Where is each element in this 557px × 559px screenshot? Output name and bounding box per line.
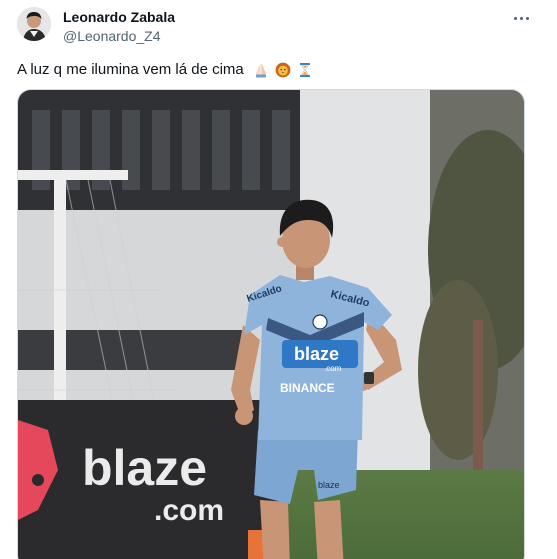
shirt-sponsor-text: blaze <box>294 344 339 364</box>
shirt-second-sponsor-text: BINANCE <box>280 381 335 395</box>
hourglass-emoji <box>300 63 311 78</box>
sponsor-board-text: blaze <box>82 440 207 496</box>
display-name[interactable]: Leonardo Zabala <box>63 9 175 26</box>
tweet: Leonardo Zabala @Leonardo_Z4 A luz q me … <box>0 0 557 559</box>
shirt-sponsor-subtext: .com <box>324 364 342 373</box>
praying-hands-emoji <box>255 63 266 78</box>
avatar[interactable] <box>17 7 51 41</box>
sponsor-board-subtext: .com <box>154 494 224 527</box>
tweet-photo[interactable]: blaze .com blaze Kicaldo Kicaldo blaze .… <box>17 89 525 559</box>
shorts-text: blaze <box>318 480 340 490</box>
lion-emoji <box>275 62 291 78</box>
tweet-text-body: A luz q me ilumina vem lá de cima <box>17 61 244 78</box>
tweet-text: A luz q me ilumina vem lá de cima <box>17 60 313 80</box>
more-options-icon[interactable] <box>509 10 533 26</box>
user-handle[interactable]: @Leonardo_Z4 <box>63 28 161 45</box>
